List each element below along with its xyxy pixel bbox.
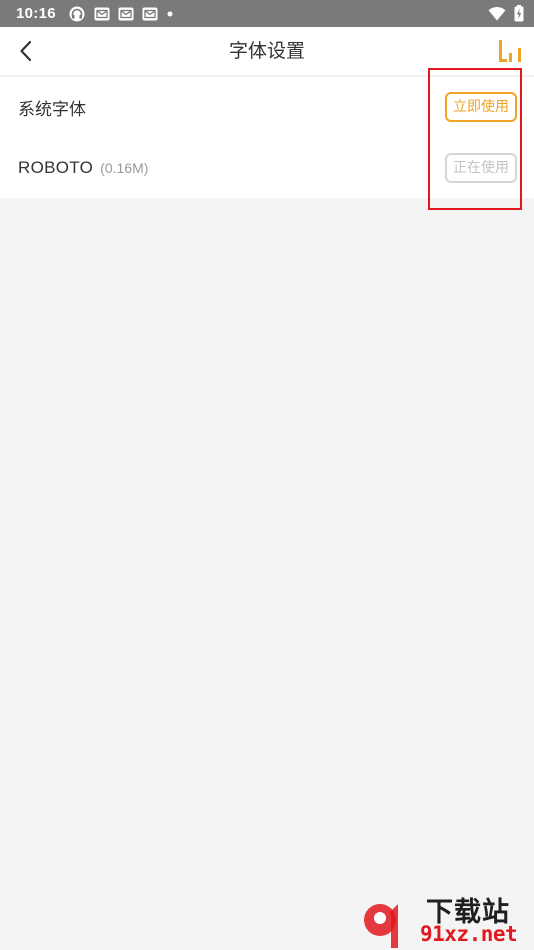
headset-icon bbox=[68, 6, 86, 22]
mail-icon bbox=[94, 7, 110, 21]
dot-icon bbox=[166, 10, 174, 18]
status-time: 10:16 bbox=[16, 5, 56, 22]
status-bar: 10:16 bbox=[0, 0, 534, 27]
watermark-logo-icon bbox=[364, 904, 398, 948]
in-use-button[interactable]: 正在使用 bbox=[445, 153, 517, 183]
mail-icon bbox=[118, 7, 134, 21]
wifi-icon bbox=[488, 6, 506, 21]
page-title: 字体设置 bbox=[228, 40, 305, 62]
battery-charging-icon bbox=[514, 5, 524, 22]
font-name: 系统字体 bbox=[18, 100, 86, 120]
app-bar: 字体设置 bbox=[0, 27, 534, 76]
font-name: ROBOTO bbox=[18, 158, 94, 177]
font-item-roboto: ROBOTO (0.16M) 正在使用 bbox=[0, 138, 534, 198]
bar-chart-icon bbox=[499, 40, 521, 62]
font-file-size: (0.16M) bbox=[100, 160, 149, 176]
font-list: 系统字体 立即使用 ROBOTO (0.16M) 正在使用 bbox=[0, 77, 534, 198]
watermark: 下载站 91xz.net bbox=[360, 890, 534, 950]
status-system-icons bbox=[488, 5, 524, 22]
mail-icon bbox=[142, 7, 158, 21]
font-item-system: 系统字体 立即使用 bbox=[0, 77, 534, 138]
chevron-left-icon bbox=[20, 40, 32, 62]
status-notifications bbox=[68, 6, 174, 22]
stats-button[interactable] bbox=[496, 38, 524, 64]
watermark-url: 91xz.net bbox=[420, 922, 518, 946]
back-button[interactable] bbox=[12, 37, 40, 65]
use-now-button[interactable]: 立即使用 bbox=[445, 92, 517, 122]
